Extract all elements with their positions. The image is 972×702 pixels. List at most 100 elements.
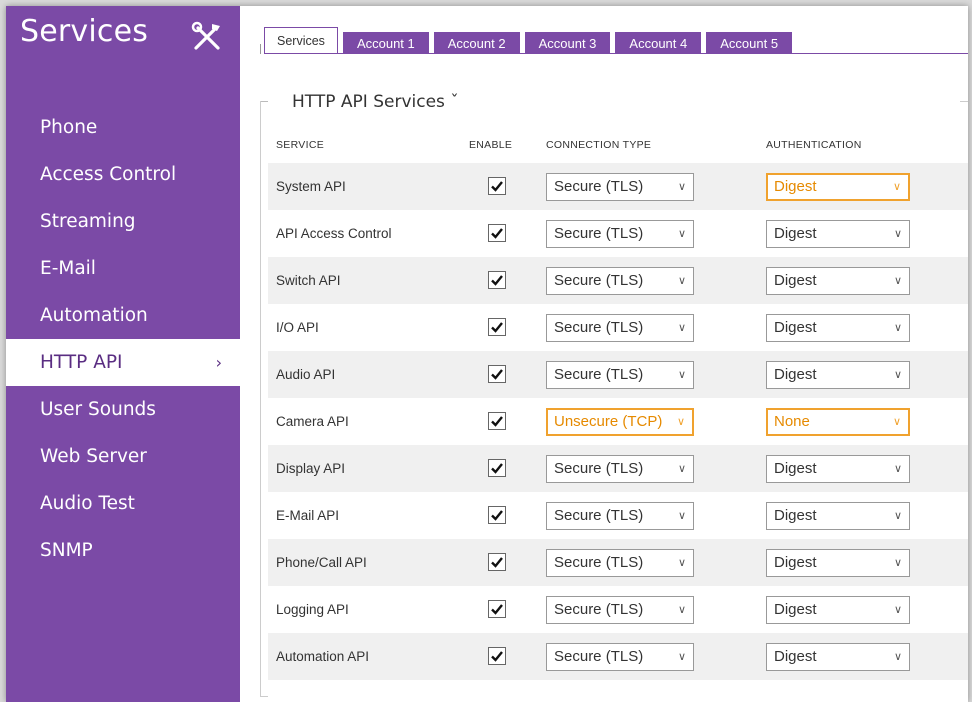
connection-type-select[interactable]: Secure (TLS) ∨ xyxy=(546,267,694,295)
sidebar-item-phone[interactable]: Phone xyxy=(6,104,240,151)
authentication-select[interactable]: Digest ∨ xyxy=(766,361,910,389)
chevron-down-icon: ∨ xyxy=(893,322,902,334)
checkmark-icon xyxy=(491,181,503,192)
table-row: Switch API Secure (TLS) ∨ Digest ∨ xyxy=(268,257,968,304)
connection-type-value: Secure (TLS) xyxy=(554,225,644,242)
tab-account-4[interactable]: Account 4 xyxy=(615,32,702,54)
tab-bar: Services Account 1 Account 2 Account 3 A… xyxy=(264,27,797,54)
authentication-value: Digest xyxy=(774,507,817,524)
sidebar-item-http-api[interactable]: HTTP API › xyxy=(6,339,240,386)
chevron-down-icon: ∨ xyxy=(893,510,902,522)
sidebar-item-access-control[interactable]: Access Control xyxy=(6,151,240,198)
enable-checkbox[interactable] xyxy=(488,600,506,618)
checkmark-icon xyxy=(491,604,503,615)
authentication-select[interactable]: Digest ∨ xyxy=(766,502,910,530)
authentication-select[interactable]: Digest ∨ xyxy=(766,455,910,483)
checkmark-icon xyxy=(491,275,503,286)
enable-checkbox[interactable] xyxy=(488,365,506,383)
tab-account-5[interactable]: Account 5 xyxy=(706,32,793,54)
checkmark-icon xyxy=(491,557,503,568)
sidebar-item-user-sounds[interactable]: User Sounds xyxy=(6,386,240,433)
sidebar-item-streaming[interactable]: Streaming xyxy=(6,198,240,245)
chevron-down-icon: ∨ xyxy=(893,604,902,616)
section-border xyxy=(960,101,968,102)
authentication-select[interactable]: Digest ∨ xyxy=(766,267,910,295)
connection-type-value: Secure (TLS) xyxy=(554,554,644,571)
connection-type-value: Secure (TLS) xyxy=(554,648,644,665)
tab-services[interactable]: Services xyxy=(264,27,338,54)
connection-type-select[interactable]: Secure (TLS) ∨ xyxy=(546,314,694,342)
service-name: Camera API xyxy=(276,414,349,429)
chevron-down-icon: ∨ xyxy=(892,181,901,193)
connection-type-select[interactable]: Secure (TLS) ∨ xyxy=(546,549,694,577)
sidebar-item-audio-test[interactable]: Audio Test xyxy=(6,480,240,527)
authentication-select[interactable]: Digest ∨ xyxy=(766,643,910,671)
service-name: Switch API xyxy=(276,273,341,288)
authentication-value: Digest xyxy=(774,366,817,383)
connection-type-select[interactable]: Unsecure (TCP) ∨ xyxy=(546,408,694,436)
sidebar-nav: Phone Access Control Streaming E-Mail Au… xyxy=(6,104,240,574)
service-name: E-Mail API xyxy=(276,508,340,523)
connection-type-select[interactable]: Secure (TLS) ∨ xyxy=(546,361,694,389)
enable-checkbox[interactable] xyxy=(488,271,506,289)
authentication-select[interactable]: Digest ∨ xyxy=(766,314,910,342)
connection-type-select[interactable]: Secure (TLS) ∨ xyxy=(546,220,694,248)
tab-account-3[interactable]: Account 3 xyxy=(524,32,611,54)
service-name: Phone/Call API xyxy=(276,555,367,570)
sidebar-item-label: E-Mail xyxy=(40,258,96,279)
authentication-value: Digest xyxy=(774,460,817,477)
checkmark-icon xyxy=(491,510,503,521)
connection-type-select[interactable]: Secure (TLS) ∨ xyxy=(546,173,694,201)
enable-checkbox[interactable] xyxy=(488,459,506,477)
sidebar-item-label: Automation xyxy=(40,305,148,326)
table-row: Phone/Call API Secure (TLS) ∨ Digest ∨ xyxy=(268,539,968,586)
app-window: Services Phone Access Control Streaming … xyxy=(6,6,968,702)
authentication-value: Digest xyxy=(774,648,817,665)
checkmark-icon xyxy=(491,228,503,239)
table-row: Logging API Secure (TLS) ∨ Digest ∨ xyxy=(268,586,968,633)
authentication-value: Digest xyxy=(774,178,817,195)
service-name: Audio API xyxy=(276,367,336,382)
enable-checkbox[interactable] xyxy=(488,224,506,242)
column-header-connection-type: CONNECTION TYPE xyxy=(546,139,652,151)
connection-type-value: Secure (TLS) xyxy=(554,366,644,383)
connection-type-value: Secure (TLS) xyxy=(554,460,644,477)
connection-type-select[interactable]: Secure (TLS) ∨ xyxy=(546,596,694,624)
enable-checkbox[interactable] xyxy=(488,177,506,195)
authentication-value: Digest xyxy=(774,225,817,242)
chevron-down-icon: ∨ xyxy=(677,181,686,193)
sidebar-item-web-server[interactable]: Web Server xyxy=(6,433,240,480)
chevron-down-icon: ∨ xyxy=(677,557,686,569)
connection-type-select[interactable]: Secure (TLS) ∨ xyxy=(546,643,694,671)
enable-checkbox[interactable] xyxy=(488,553,506,571)
connection-type-value: Secure (TLS) xyxy=(554,507,644,524)
enable-checkbox[interactable] xyxy=(488,647,506,665)
authentication-select[interactable]: Digest ∨ xyxy=(766,173,910,201)
connection-type-select[interactable]: Secure (TLS) ∨ xyxy=(546,502,694,530)
authentication-select[interactable]: None ∨ xyxy=(766,408,910,436)
section-border xyxy=(260,696,268,697)
table-row: E-Mail API Secure (TLS) ∨ Digest ∨ xyxy=(268,492,968,539)
chevron-down-icon: ∨ xyxy=(893,369,902,381)
checkmark-icon xyxy=(491,416,503,427)
sidebar-item-email[interactable]: E-Mail xyxy=(6,245,240,292)
enable-checkbox[interactable] xyxy=(488,318,506,336)
enable-checkbox[interactable] xyxy=(488,506,506,524)
tab-account-1[interactable]: Account 1 xyxy=(342,32,429,54)
service-name: Logging API xyxy=(276,602,349,617)
authentication-select[interactable]: Digest ∨ xyxy=(766,596,910,624)
authentication-value: Digest xyxy=(774,601,817,618)
tab-account-2[interactable]: Account 2 xyxy=(433,32,520,54)
section-title[interactable]: HTTP API Services ˇ xyxy=(292,92,459,112)
authentication-select[interactable]: Digest ∨ xyxy=(766,549,910,577)
connection-type-select[interactable]: Secure (TLS) ∨ xyxy=(546,455,694,483)
authentication-select[interactable]: Digest ∨ xyxy=(766,220,910,248)
sidebar-item-automation[interactable]: Automation xyxy=(6,292,240,339)
sidebar-item-label: Access Control xyxy=(40,164,177,185)
chevron-down-icon: ∨ xyxy=(893,651,902,663)
column-header-authentication: AUTHENTICATION xyxy=(766,139,862,151)
enable-checkbox[interactable] xyxy=(488,412,506,430)
authentication-value: Digest xyxy=(774,319,817,336)
sidebar-item-snmp[interactable]: SNMP xyxy=(6,527,240,574)
column-header-service: SERVICE xyxy=(276,139,325,151)
